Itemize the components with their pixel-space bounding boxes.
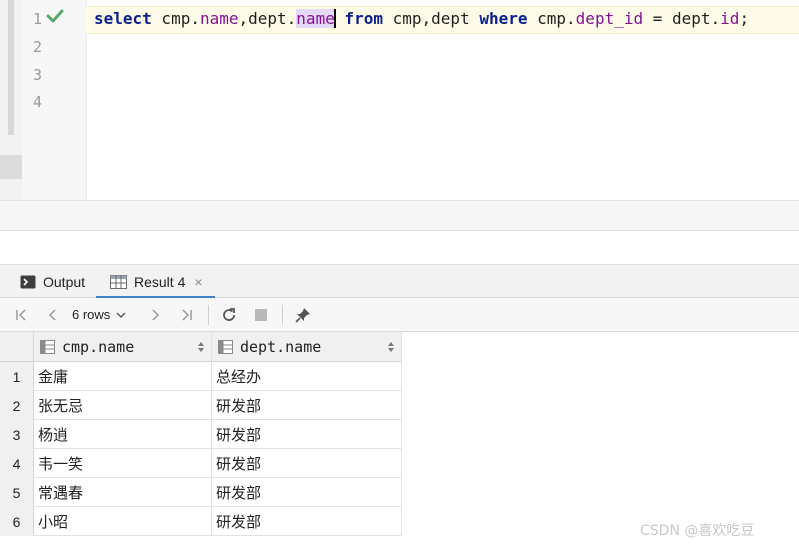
code-token: cmp,dept: [383, 9, 480, 28]
side-separator: [0, 155, 22, 179]
row-number: 5: [0, 478, 34, 507]
chevron-down-icon: [116, 312, 126, 318]
column-header-dept-name[interactable]: dept.name: [212, 332, 402, 362]
sql-editor[interactable]: 1 2 3 4 select cmp.name,dept.name from c…: [0, 0, 799, 230]
code-token: id: [720, 9, 740, 28]
code-token: where: [479, 9, 528, 28]
cell-cmp-name[interactable]: 常遇春: [34, 478, 212, 507]
column-icon: [40, 339, 55, 354]
console-icon: [20, 275, 36, 288]
column-header-label: dept.name: [240, 337, 322, 356]
row-number: 1: [0, 362, 34, 391]
tab-result-4[interactable]: Result 4 ×: [96, 265, 215, 299]
panel-divider[interactable]: [0, 230, 799, 265]
cell-dept-name[interactable]: 研发部: [212, 507, 402, 536]
code-token: = dept.: [643, 9, 721, 28]
tab-result-label: Result 4: [134, 273, 186, 290]
tab-output[interactable]: Output: [20, 265, 85, 298]
cell-dept-name[interactable]: 研发部: [212, 478, 402, 507]
column-header-cmp-name[interactable]: cmp.name: [34, 332, 212, 362]
sql-code-line[interactable]: select cmp.name,dept.name from cmp,dept …: [94, 9, 749, 28]
side-scroll-thumb[interactable]: [8, 0, 14, 135]
first-page-icon[interactable]: [10, 298, 32, 331]
close-tab-icon[interactable]: ×: [194, 274, 202, 290]
code-token: select: [94, 9, 152, 28]
pin-icon[interactable]: [292, 298, 314, 331]
toolbar-separator: [208, 305, 209, 325]
prev-page-icon[interactable]: [42, 298, 64, 331]
table-icon: [110, 274, 127, 289]
last-page-icon[interactable]: [176, 298, 198, 331]
line-number: 1: [32, 10, 42, 28]
cell-cmp-name[interactable]: 金庸: [34, 362, 212, 391]
column-icon: [218, 339, 233, 354]
refresh-icon[interactable]: [218, 298, 240, 331]
row-number: 3: [0, 420, 34, 449]
sort-icon[interactable]: [387, 341, 395, 353]
watermark: CSDN @喜欢吃豆: [640, 523, 755, 539]
line-number: 4: [32, 93, 42, 111]
code-token: cmp.: [527, 9, 576, 28]
code-token: ;: [739, 9, 750, 28]
code-token: name: [199, 9, 239, 28]
cell-dept-name[interactable]: 总经办: [212, 362, 402, 391]
stop-icon[interactable]: [250, 298, 272, 331]
row-number: 6: [0, 507, 34, 536]
next-page-icon[interactable]: [144, 298, 166, 331]
cell-dept-name[interactable]: 研发部: [212, 420, 402, 449]
cell-dept-name[interactable]: 研发部: [212, 449, 402, 478]
cell-cmp-name[interactable]: 杨逍: [34, 420, 212, 449]
line-number: 3: [32, 66, 42, 84]
code-token: ,dept.: [238, 9, 297, 28]
cell-dept-name[interactable]: 研发部: [212, 391, 402, 420]
cell-cmp-name[interactable]: 张无忌: [34, 391, 212, 420]
results-toolbar: 6 rows: [0, 298, 799, 332]
code-token: dept_id: [575, 9, 644, 28]
row-number: 2: [0, 391, 34, 420]
column-header-label: cmp.name: [62, 337, 135, 356]
cell-cmp-name[interactable]: 小昭: [34, 507, 212, 536]
editor-split-area: [0, 200, 799, 231]
code-token: from: [344, 9, 383, 28]
execution-success-check-icon: [46, 8, 64, 28]
cell-cmp-name[interactable]: 韦一笑: [34, 449, 212, 478]
line-number: 2: [32, 38, 42, 56]
editor-side-strip: [0, 0, 22, 230]
sort-icon[interactable]: [197, 341, 205, 353]
code-token: cmp.: [151, 9, 200, 28]
results-tab-bar: Output Result 4 ×: [0, 264, 799, 299]
rows-count-dropdown[interactable]: 6 rows: [72, 298, 127, 331]
row-number: 4: [0, 449, 34, 478]
code-token: name: [296, 9, 335, 28]
tab-output-label: Output: [43, 273, 86, 290]
line-number-gutter: 1 2 3 4: [22, 0, 87, 200]
toolbar-separator: [282, 305, 283, 325]
grid-corner[interactable]: [0, 332, 34, 362]
rows-count-label: 6 rows: [72, 307, 111, 322]
